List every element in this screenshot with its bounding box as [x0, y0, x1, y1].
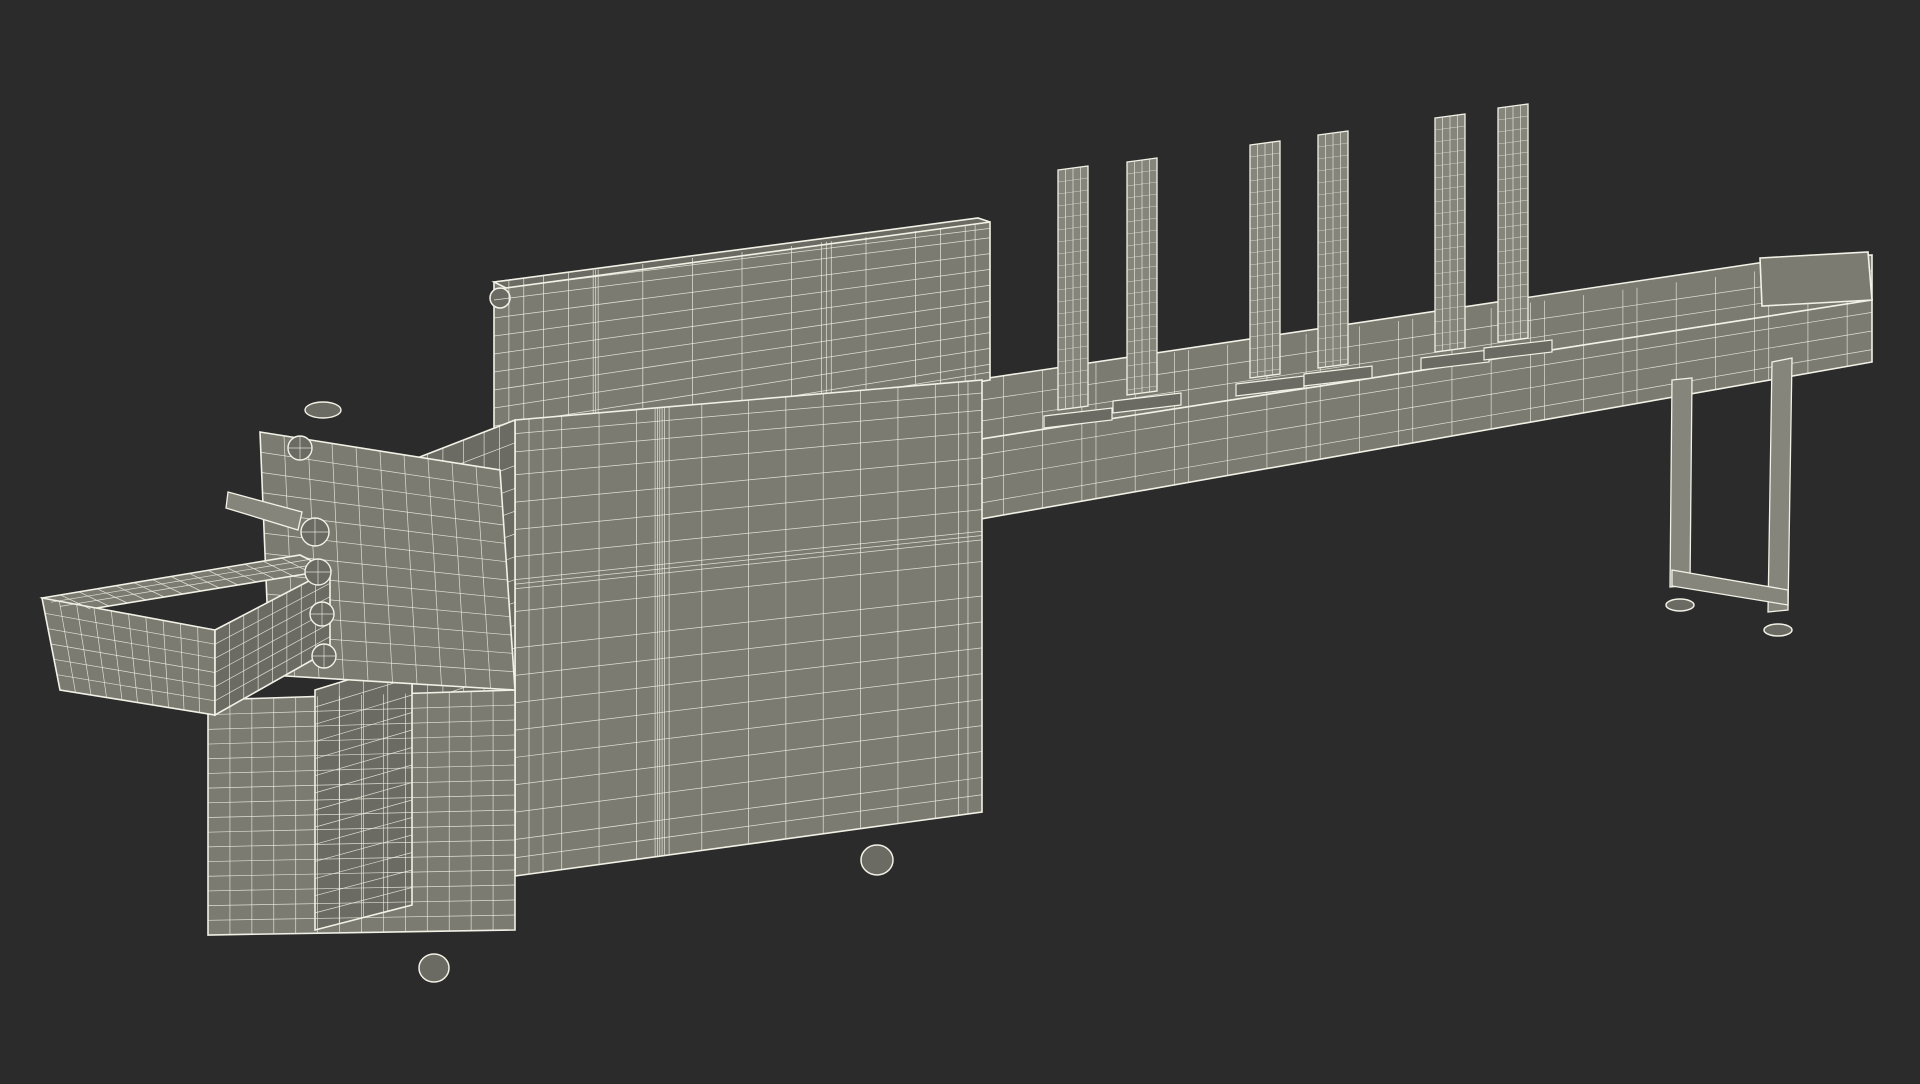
- support-leg-back: [1669, 377, 1693, 588]
- caster-wheel: [418, 953, 450, 983]
- support-leg-front: [1767, 357, 1793, 613]
- wireframe-machine-svg: [39, 103, 1873, 983]
- support-foot: [1763, 623, 1793, 637]
- support-foot: [1665, 598, 1695, 612]
- right-conveyor: [974, 251, 1873, 521]
- support-stand: [1665, 357, 1793, 637]
- lower-base: [207, 658, 516, 936]
- wireframe-render: [0, 0, 1920, 1080]
- conveyor-end-cap: [1759, 251, 1873, 307]
- caster-wheel: [860, 844, 894, 876]
- handwheel: [304, 401, 342, 419]
